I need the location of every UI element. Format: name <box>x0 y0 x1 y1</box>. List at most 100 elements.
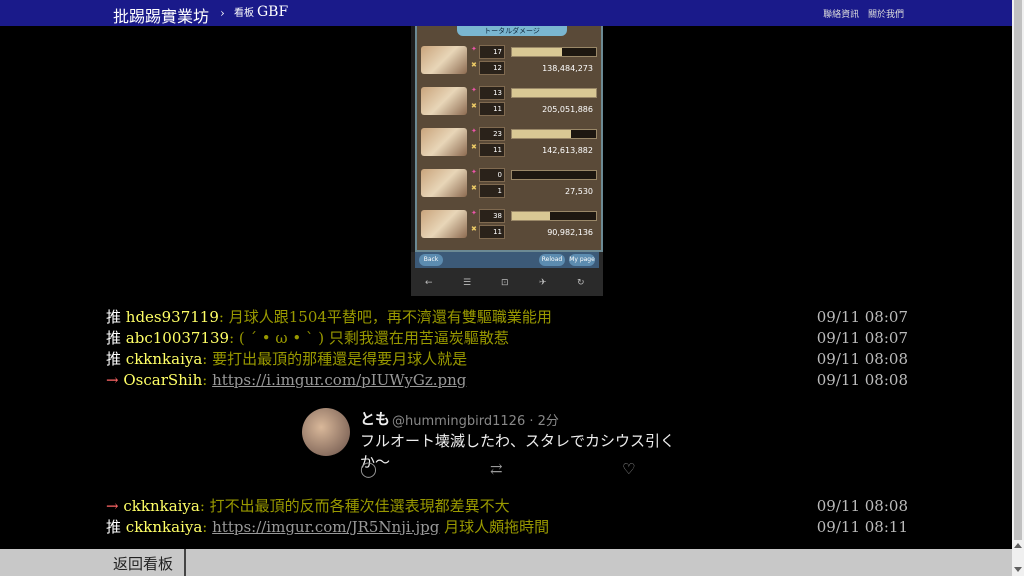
character-portrait <box>421 169 467 197</box>
game-reload-button[interactable]: Reload <box>539 254 565 266</box>
board-link[interactable]: 看板 GBF <box>234 4 288 20</box>
reply-icon[interactable]: ◯ <box>360 460 377 478</box>
board-prefix: 看板 <box>234 8 254 19</box>
damage-value: 138,484,273 <box>542 64 593 73</box>
push-text: : 月球人跟1504平替吧，再不濟還有雙驅職業能用 <box>218 308 552 326</box>
back-to-board-button[interactable]: 返回看板 <box>113 553 173 574</box>
game-nav-buttons: Back Reload My page <box>415 252 599 268</box>
ranking-row: ✦ 23 ✖ 11 142,613,882 <box>417 124 597 160</box>
push-text: : ( ´ • ω • ` ) 只剩我還在用苦逼炭驅散惹 <box>229 329 509 347</box>
push-time: 09/11 08:07 <box>816 329 908 347</box>
damage-bar-fill <box>512 212 550 220</box>
push-time: 09/11 08:07 <box>816 308 908 326</box>
menu-icon: ☰ <box>463 278 472 288</box>
android-nav-bar: ← ☰ ⊡ ✈ ↻ <box>411 276 603 292</box>
cross-icon: ✖ <box>471 225 477 233</box>
scrollbar-thumb[interactable] <box>1014 0 1022 540</box>
scroll-up-arrow-icon[interactable] <box>1014 543 1022 548</box>
push-line: 推 ckknkaiya: https://imgur.com/JR5Nnji.j… <box>106 517 908 538</box>
contact-link[interactable]: 聯絡資訊 <box>823 10 859 20</box>
damage-bar <box>511 88 597 98</box>
damage-value: 142,613,882 <box>542 146 593 155</box>
ranking-row: ✦ 0 ✖ 1 27,530 <box>417 165 597 201</box>
stat-bottom: 11 <box>479 102 505 116</box>
damage-bar-fill <box>512 48 563 56</box>
push-text: : <box>202 371 213 389</box>
scroll-down-arrow-icon[interactable] <box>1014 567 1022 572</box>
cross-icon: ✖ <box>471 61 477 69</box>
push-content: : 打不出最頂的反而各種次佳選表現都差異不大 <box>200 497 510 515</box>
bottom-bar: 返回看板 <box>0 549 1012 576</box>
push-text: : <box>202 518 213 536</box>
push-user[interactable]: OscarShih <box>123 371 202 389</box>
push-content: : https://i.imgur.com/pIUWyGz.png <box>202 371 466 389</box>
board-name: GBF <box>257 4 289 20</box>
character-portrait <box>421 210 467 238</box>
push-line: → ckknkaiya: 打不出最頂的反而各種次佳選表現都差異不大 09/11 0… <box>106 496 908 517</box>
push-user[interactable]: ckknkaiya <box>126 350 203 368</box>
damage-bar <box>511 170 597 180</box>
push-content: : 要打出最頂的那種還是得要月球人就是 <box>202 350 467 368</box>
tweet-embed[interactable]: とも @hummingbird1126 · 2分 フルオート壊滅したわ、スタレで… <box>300 404 700 486</box>
stat-bottom: 1 <box>479 184 505 198</box>
embedded-game-screenshot[interactable]: トータルダメージ ✦ 17 ✖ 12 138,484,273 ✦ 13 ✖ 11 205,051,… <box>411 26 603 296</box>
pin-icon: ✈ <box>539 278 547 288</box>
cross-icon: ✖ <box>471 143 477 151</box>
push-content: : https://imgur.com/JR5Nnji.jpg 月球人頗拖時間 <box>202 518 549 536</box>
stat-bottom: 12 <box>479 61 505 75</box>
push-user[interactable]: abc10037139 <box>126 329 229 347</box>
star-icon: ✦ <box>471 127 477 135</box>
game-mypage-button[interactable]: My page <box>569 254 595 266</box>
topbar-links: 聯絡資訊 關於我們 <box>817 7 904 20</box>
push-tag: → <box>106 497 119 515</box>
stat-bottom: 11 <box>479 143 505 157</box>
damage-bar <box>511 47 597 57</box>
back-arrow-icon: ← <box>425 278 433 288</box>
star-icon: ✦ <box>471 45 477 53</box>
stat-top: 0 <box>479 168 505 182</box>
like-icon[interactable]: ♡ <box>622 460 635 478</box>
push-link[interactable]: https://imgur.com/JR5Nnji.jpg <box>212 518 439 536</box>
stat-top: 17 <box>479 45 505 59</box>
game-bottom-bar: Back Reload My page ← ☰ ⊡ ✈ ↻ <box>411 252 603 296</box>
character-portrait <box>421 46 467 74</box>
push-suffix: 月球人頗拖時間 <box>439 518 550 536</box>
game-back-button[interactable]: Back <box>419 254 443 266</box>
total-damage-banner: トータルダメージ <box>457 26 567 36</box>
ranking-row: ✦ 13 ✖ 11 205,051,886 <box>417 83 597 119</box>
stat-bottom: 11 <box>479 225 505 239</box>
damage-bar-fill <box>512 130 571 138</box>
push-link[interactable]: https://i.imgur.com/pIUWyGz.png <box>212 371 466 389</box>
push-line: 推 abc10037139: ( ´ • ω • ` ) 只剩我還在用苦逼炭驅散… <box>106 328 908 349</box>
damage-bar <box>511 211 597 221</box>
push-time: 09/11 08:08 <box>816 371 908 389</box>
push-user[interactable]: ckknkaiya <box>126 518 203 536</box>
push-tag: 推 <box>106 329 122 347</box>
push-line: 推 hdes937119: 月球人跟1504平替吧，再不濟還有雙驅職業能用 09/… <box>106 307 908 328</box>
about-link[interactable]: 關於我們 <box>868 10 904 20</box>
page-scrollbar[interactable] <box>1012 0 1024 576</box>
push-time: 09/11 08:08 <box>816 350 908 368</box>
tweet-author-name: とも <box>360 410 391 428</box>
cross-icon: ✖ <box>471 102 477 110</box>
push-tag: → <box>106 371 119 389</box>
star-icon: ✦ <box>471 209 477 217</box>
ranking-row: ✦ 17 ✖ 12 138,484,273 <box>417 42 597 78</box>
push-user[interactable]: ckknkaiya <box>123 497 200 515</box>
star-icon: ✦ <box>471 168 477 176</box>
cross-icon: ✖ <box>471 184 477 192</box>
retweet-icon[interactable]: ⇄ <box>490 460 503 478</box>
push-tag: 推 <box>106 308 122 326</box>
push-tag: 推 <box>106 518 122 536</box>
damage-value: 27,530 <box>565 187 593 196</box>
damage-value: 205,051,886 <box>542 105 593 114</box>
push-user[interactable]: hdes937119 <box>126 308 219 326</box>
push-line: 推 ckknkaiya: 要打出最頂的那種還是得要月球人就是 09/11 08:0… <box>106 349 908 370</box>
square-icon: ⊡ <box>501 278 509 288</box>
push-text: : 要打出最頂的那種還是得要月球人就是 <box>202 350 468 368</box>
push-time: 09/11 08:11 <box>816 518 908 536</box>
tweet-actions: ◯ ⇄ ♡ <box>360 460 650 478</box>
site-logo-link[interactable]: 批踢踢實業坊 <box>113 3 209 27</box>
push-tag: 推 <box>106 350 122 368</box>
push-content: : 月球人跟1504平替吧，再不濟還有雙驅職業能用 <box>219 308 552 326</box>
